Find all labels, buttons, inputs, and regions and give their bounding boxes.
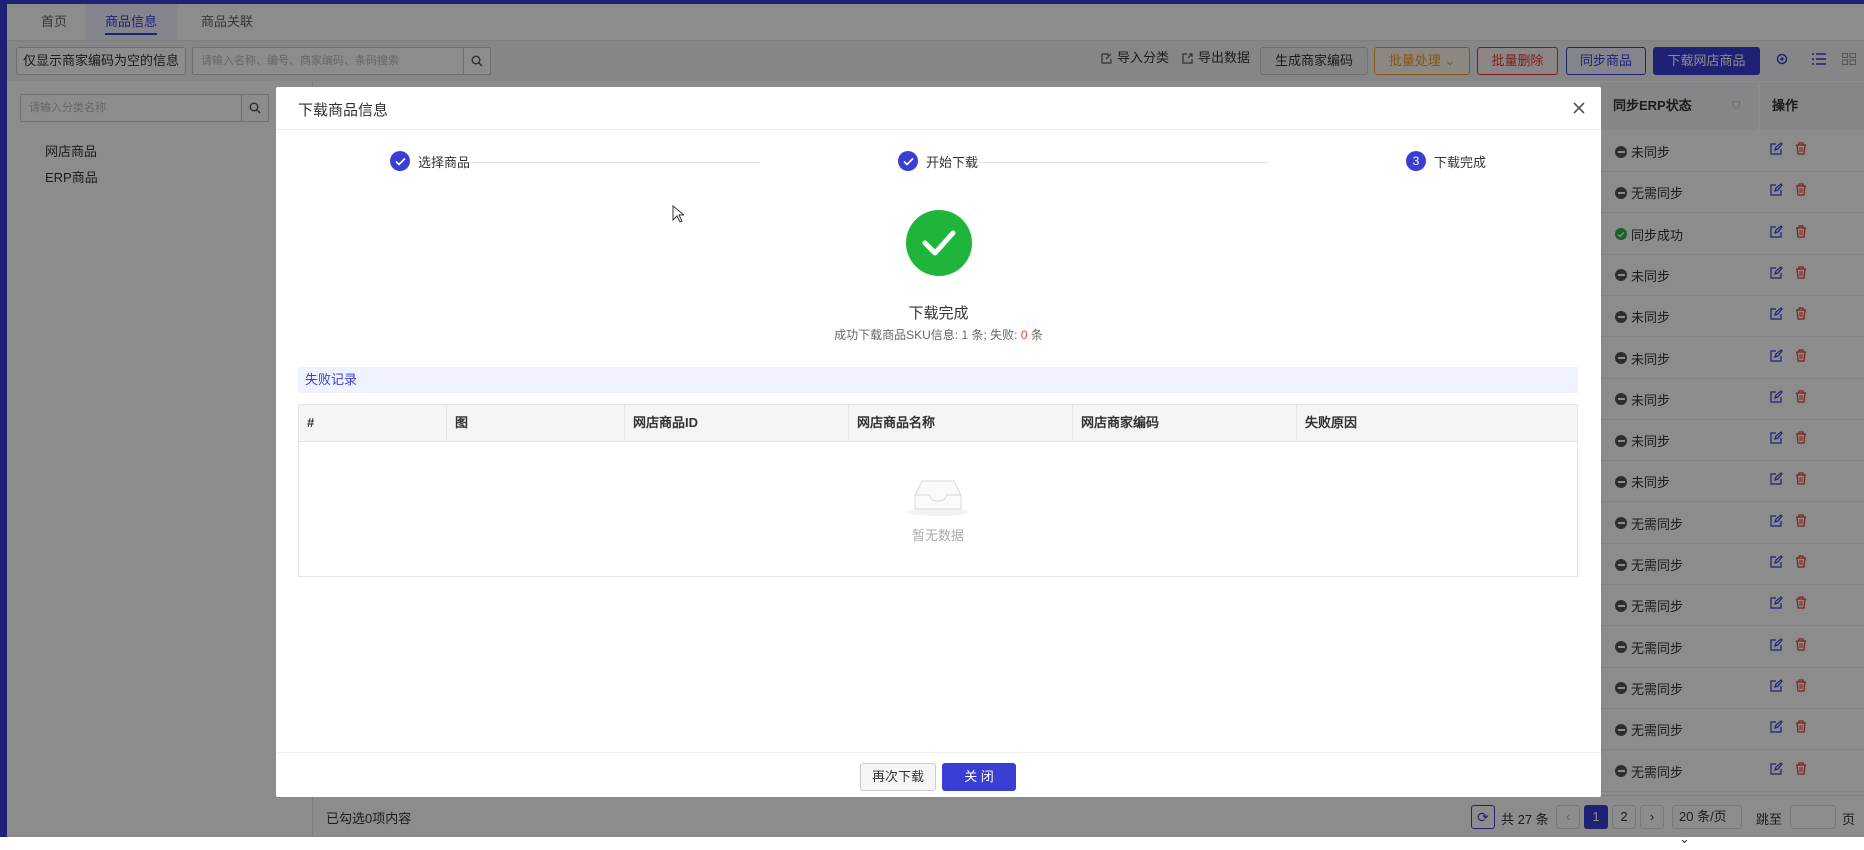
done-summary: 成功下载商品SKU信息: 1 条; 失败: 0 条: [276, 326, 1601, 343]
close-button[interactable]: 关 闭: [942, 763, 1016, 791]
step-label: 选择商品: [418, 154, 471, 170]
step-connector: [968, 162, 1268, 163]
modal-title: 下载商品信息: [298, 102, 389, 119]
modal-header: 下载商品信息: [276, 87, 1601, 130]
col-shop-merchant-code: 网店商家编码: [1073, 405, 1297, 441]
summary-suffix: 条: [1027, 328, 1043, 342]
mouse-cursor-icon: [672, 204, 686, 226]
col-fail-reason: 失败原因: [1305, 415, 1358, 430]
fail-records-table: # 图 网店商品ID 网店商品名称 网店商家编码 失败原因 暂无数据: [298, 404, 1578, 577]
check-icon: [898, 151, 918, 171]
download-goods-modal: 下载商品信息 选择商品 开始下载 3 下载完成 下载完成 成功下载商品SKU信息…: [276, 87, 1601, 797]
check-icon: [390, 151, 410, 171]
step-connector: [460, 162, 760, 163]
col-index: #: [299, 405, 447, 441]
step-select-goods: 选择商品: [390, 151, 470, 171]
success-check-icon: [906, 210, 972, 276]
modal-footer: 再次下载 关 闭: [276, 752, 1601, 798]
col-shop-goods-id: 网店商品ID: [625, 405, 849, 441]
col-shop-goods-name: 网店商品名称: [849, 405, 1073, 441]
col-image: 图: [447, 405, 625, 441]
redownload-button[interactable]: 再次下载: [860, 763, 936, 791]
close-icon[interactable]: [1569, 98, 1589, 118]
empty-text: 暂无数据: [911, 528, 964, 543]
fail-count: 0: [1020, 328, 1028, 342]
fail-table-header: # 图 网店商品ID 网店商品名称 网店商家编码 失败原因: [299, 405, 1577, 442]
done-title: 下载完成: [908, 305, 969, 322]
summary-mid: 条; 失败:: [968, 328, 1021, 342]
step-label: 开始下载: [926, 154, 979, 170]
empty-box-icon: [899, 477, 977, 517]
fail-records-section: 失败记录: [298, 367, 1578, 393]
step-download-complete: 3 下载完成: [1406, 151, 1486, 171]
step-label: 下载完成: [1434, 154, 1487, 170]
step-start-download: 开始下载: [898, 151, 978, 171]
summary-prefix: 成功下载商品SKU信息:: [834, 328, 962, 342]
step-number: 3: [1406, 151, 1426, 171]
